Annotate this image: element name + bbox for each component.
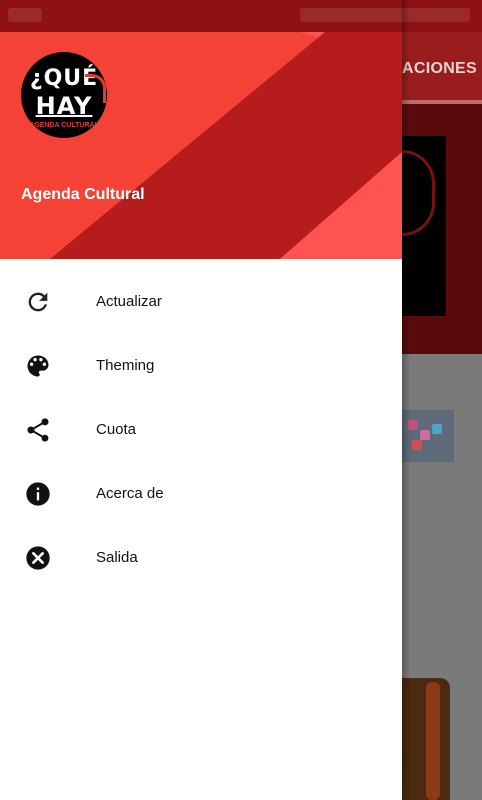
app-logo: ¿QUÉ HAY AGENDA CULTURAL <box>21 52 107 138</box>
drawer-header: ¿QUÉ HAY AGENDA CULTURAL Agenda Cultural <box>0 32 402 259</box>
share-icon <box>27 418 49 442</box>
menu-item-label: Cuota <box>96 421 137 438</box>
info-icon <box>26 482 50 506</box>
drawer-menu: Actualizar Theming Cuota Acerca de Salid… <box>0 270 402 590</box>
menu-item-cuota[interactable]: Cuota <box>0 398 402 462</box>
menu-item-acerca-de[interactable]: Acerca de <box>0 462 402 526</box>
menu-item-label: Theming <box>96 357 155 374</box>
menu-item-label: Actualizar <box>96 293 162 310</box>
close-circle-icon <box>26 546 50 570</box>
refresh-icon <box>28 292 48 312</box>
navigation-drawer: ¿QUÉ HAY AGENDA CULTURAL Agenda Cultural… <box>0 32 402 800</box>
drawer-shadow <box>402 0 410 800</box>
drawer-title: Agenda Cultural <box>21 186 145 203</box>
menu-item-label: Salida <box>96 549 138 566</box>
logo-subtitle: AGENDA CULTURAL <box>29 122 99 129</box>
palette-icon <box>27 355 49 377</box>
logo-question-mark <box>85 74 106 103</box>
menu-item-actualizar[interactable]: Actualizar <box>0 270 402 334</box>
menu-item-salida[interactable]: Salida <box>0 526 402 590</box>
menu-item-theming[interactable]: Theming <box>0 334 402 398</box>
menu-item-label: Acerca de <box>96 485 164 502</box>
app-tab-label[interactable]: ACIONES <box>402 60 477 78</box>
